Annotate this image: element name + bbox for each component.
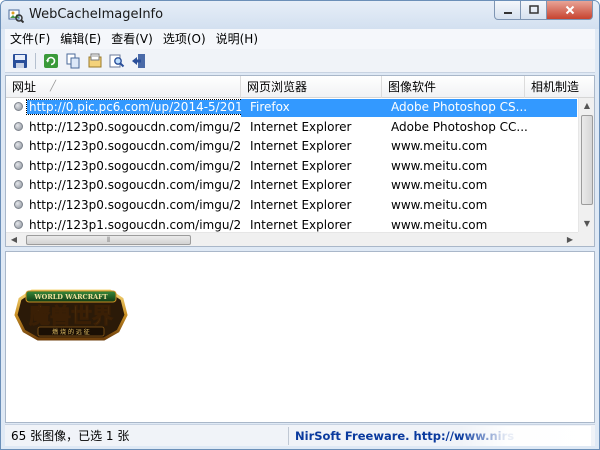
cell-url: http://123p0.sogoucdn.com/imgu/20... xyxy=(29,178,241,193)
close-icon xyxy=(565,5,574,15)
cell-browser: Internet Explorer xyxy=(250,178,352,193)
menu-view[interactable]: 查看(V) xyxy=(106,29,158,49)
search-icon xyxy=(109,54,125,67)
copy-button[interactable] xyxy=(64,52,82,70)
minimize-icon xyxy=(503,12,512,14)
menu-edit[interactable]: 编辑(E) xyxy=(55,29,106,49)
column-software-label: 图像软件 xyxy=(388,80,437,94)
table-row[interactable]: http://123p0.sogoucdn.com/imgu/20... Int… xyxy=(6,196,578,216)
cell-url: http://123p1.sogoucdn.com/imgu/20... xyxy=(29,217,241,232)
vertical-scroll-thumb[interactable] xyxy=(581,115,593,205)
column-header-camera[interactable]: 相机制造 xyxy=(525,76,594,98)
list-rows: http://0.pic.pc6.com/up/2014-5/2014... F… xyxy=(6,98,578,234)
status-image-count: 65 张图像，已选 1 张 xyxy=(7,427,289,445)
window-controls xyxy=(494,1,593,21)
cell-url: http://123p0.sogoucdn.com/imgu/20... xyxy=(29,139,241,154)
cell-browser: Internet Explorer xyxy=(250,158,352,173)
scrollbar-corner xyxy=(578,232,594,246)
sort-arrow-icon: ╱ xyxy=(50,81,57,92)
status-dot-icon xyxy=(14,219,23,229)
logo-sub-text: 燃 烧 的 远 征 xyxy=(52,328,90,336)
status-dot-icon xyxy=(14,121,23,131)
table-row[interactable]: http://0.pic.pc6.com/up/2014-5/2014... F… xyxy=(6,98,578,118)
table-row[interactable]: http://123p0.sogoucdn.com/imgu/20... Int… xyxy=(6,137,578,157)
properties-icon xyxy=(88,53,102,67)
cell-browser: Firefox xyxy=(250,100,290,114)
scroll-left-arrow-icon[interactable]: ◀ xyxy=(6,233,22,246)
cell-software: Adobe Photoshop CS... xyxy=(391,100,528,114)
image-preview-pane: WORLD WARCRAFT 魔兽世界 燃 烧 的 远 征 xyxy=(5,251,595,423)
table-row[interactable]: http://123p0.sogoucdn.com/imgu/20... Int… xyxy=(6,118,578,138)
cell-software: www.meitu.com xyxy=(391,139,488,154)
close-button[interactable] xyxy=(547,1,593,20)
maximize-icon xyxy=(528,5,539,14)
watermark-overlay xyxy=(461,426,591,446)
app-window: WebCacheImageInfo 文件(F) 编辑(E) 查看(V) 选项(O… xyxy=(0,0,600,450)
refresh-icon xyxy=(44,53,58,68)
wow-logo-image: WORLD WARCRAFT 魔兽世界 燃 烧 的 远 征 xyxy=(14,289,128,341)
status-dot-icon xyxy=(14,200,23,209)
column-camera-label: 相机制造 xyxy=(531,80,580,94)
refresh-button[interactable] xyxy=(42,52,60,70)
cell-url: http://123p0.sogoucdn.com/imgu/20... xyxy=(29,198,241,212)
column-browser-label: 网页浏览器 xyxy=(247,80,308,94)
logo-top-text: WORLD WARCRAFT xyxy=(33,293,107,301)
app-icon xyxy=(8,9,24,23)
scroll-right-arrow-icon[interactable]: ▶ xyxy=(562,233,578,246)
menu-options[interactable]: 选项(O) xyxy=(158,29,211,49)
status-dot-icon xyxy=(14,102,23,111)
cell-browser: Internet Explorer xyxy=(250,119,352,134)
exit-icon xyxy=(132,53,145,68)
menu-help[interactable]: 说明(H) xyxy=(211,29,263,49)
scroll-down-arrow-icon[interactable]: ▼ xyxy=(579,216,594,232)
menu-bar: 文件(F) 编辑(E) 查看(V) 选项(O) 说明(H) xyxy=(5,29,595,49)
cell-software: www.meitu.com xyxy=(391,178,488,193)
copy-icon xyxy=(66,53,80,68)
cell-software: www.meitu.com xyxy=(391,158,488,173)
cell-url: http://123p0.sogoucdn.com/imgu/20... xyxy=(29,158,241,173)
cell-browser: Internet Explorer xyxy=(250,198,352,212)
column-header-browser[interactable]: 网页浏览器 xyxy=(241,76,382,98)
exit-button[interactable] xyxy=(130,52,148,70)
vertical-scrollbar[interactable]: ▲ ▼ xyxy=(578,98,594,232)
cell-url: http://123p0.sogoucdn.com/imgu/20... xyxy=(29,119,241,134)
horizontal-scrollbar[interactable]: ◀ ⦀ ▶ xyxy=(6,232,578,246)
title-bar[interactable]: WebCacheImageInfo xyxy=(1,1,599,29)
properties-button[interactable] xyxy=(86,52,104,70)
cell-url: http://0.pic.pc6.com/up/2014-5/2014... xyxy=(26,99,241,115)
status-dot-icon xyxy=(14,141,23,151)
scroll-up-arrow-icon[interactable]: ▲ xyxy=(579,98,594,114)
status-dot-icon xyxy=(14,160,23,170)
status-bar: 65 张图像，已选 1 张 NirSoft Freeware. http://w… xyxy=(5,424,595,446)
toolbar xyxy=(5,49,595,73)
maximize-button[interactable] xyxy=(521,1,547,20)
cell-software: www.meitu.com xyxy=(391,198,488,212)
save-button[interactable] xyxy=(11,52,29,70)
column-header-url[interactable]: 网址 ╱ xyxy=(6,76,241,98)
horizontal-scroll-thumb[interactable]: ⦀ xyxy=(26,235,191,245)
table-row[interactable]: http://123p0.sogoucdn.com/imgu/20... Int… xyxy=(6,157,578,177)
status-dot-icon xyxy=(14,180,23,190)
column-header-software[interactable]: 图像软件 xyxy=(382,76,525,98)
column-url-label: 网址 xyxy=(12,80,37,94)
image-list[interactable]: 网址 ╱ 网页浏览器 图像软件 相机制造 http://0.pic.pc6.co… xyxy=(5,75,595,247)
minimize-button[interactable] xyxy=(494,1,521,20)
logo-main-text: 魔兽世界 xyxy=(29,304,113,328)
menu-file[interactable]: 文件(F) xyxy=(5,29,55,49)
save-icon xyxy=(13,53,27,68)
cell-browser: Internet Explorer xyxy=(250,139,352,154)
toolbar-separator xyxy=(35,52,36,69)
search-button[interactable] xyxy=(108,52,126,70)
list-header: 网址 ╱ 网页浏览器 图像软件 相机制造 xyxy=(6,76,594,98)
table-row[interactable]: http://123p0.sogoucdn.com/imgu/20... Int… xyxy=(6,176,578,196)
cell-software: Adobe Photoshop CC... xyxy=(391,119,528,134)
window-title: WebCacheImageInfo xyxy=(29,7,164,22)
